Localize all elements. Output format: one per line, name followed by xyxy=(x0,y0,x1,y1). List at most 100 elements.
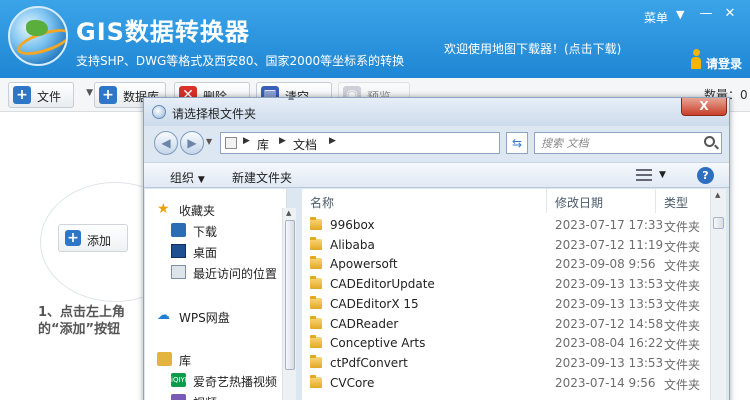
breadcrumb-documents[interactable]: 文档 xyxy=(293,136,317,153)
plus-icon: + xyxy=(13,86,31,104)
address-row: ◀ ▶ ▼ ▶ 库 ▶ 文档 ▶ ▼ ⇆ xyxy=(144,128,729,158)
file-type: 文件夹 xyxy=(664,357,701,372)
instruction-hint: 1、点击左上角 的“添加”按钮 xyxy=(38,304,125,338)
file-row[interactable]: CVCore 2023-07-14 9:56 文件夹 xyxy=(302,373,722,393)
navigation-pane: ★ 收藏夹 下载 桌面 最近访问的位置 ☁ WPS网盘 库 iQIYI 爱奇艺热… xyxy=(145,189,287,400)
file-date: 2023-08-04 16:22 xyxy=(555,336,664,351)
organize-menu[interactable]: 组织 ▼ xyxy=(170,169,205,186)
desktop-icon xyxy=(171,244,186,258)
file-row[interactable]: Conceptive Arts 2023-08-04 16:22 文件夹 xyxy=(302,333,722,353)
file-row[interactable]: ctPdfConvert 2023-09-13 13:53 文件夹 xyxy=(302,353,722,373)
scroll-up-icon[interactable]: ▲ xyxy=(715,191,720,199)
add-button[interactable]: + 添加 xyxy=(58,224,128,252)
file-row[interactable]: Apowersoft 2023-09-08 9:56 文件夹 xyxy=(302,254,722,274)
folder-icon xyxy=(310,217,322,230)
file-dropdown-icon[interactable]: ▼ xyxy=(86,88,93,98)
cloud-icon: ☁ xyxy=(157,308,170,323)
file-row[interactable]: CADEditorX 15 2023-09-13 13:53 文件夹 xyxy=(302,294,722,314)
file-button[interactable]: + 文件 ▼ xyxy=(8,82,93,108)
help-icon[interactable]: ? xyxy=(697,167,714,184)
back-arrow-icon[interactable]: ◀ xyxy=(154,131,178,155)
app-title: GIS数据转换器 xyxy=(76,18,250,46)
file-name: CADEditorX 15 xyxy=(330,296,419,311)
breadcrumb-library[interactable]: 库 xyxy=(257,136,269,153)
dialog-app-icon xyxy=(152,105,166,119)
welcome-download-link[interactable]: 欢迎使用地图下载器！(点击下载) xyxy=(444,40,621,57)
view-options-icon[interactable] xyxy=(636,168,652,182)
scroll-up-icon[interactable]: ▲ xyxy=(286,209,291,217)
breadcrumb-separator-icon[interactable]: ▶ xyxy=(279,136,286,146)
app-header: GIS数据转换器 支持SHP、DWG等格式及西安80、国家2000等坐标系的转换… xyxy=(0,0,750,78)
file-name: Apowersoft xyxy=(330,257,398,272)
nav-pane-scrollbar[interactable]: ▲ xyxy=(282,208,296,400)
file-list-scrollbar[interactable]: ▲ xyxy=(710,189,726,400)
file-date: 2023-07-14 9:56 xyxy=(555,375,656,390)
search-box[interactable] xyxy=(534,132,722,154)
folder-icon xyxy=(310,315,322,329)
folder-icon xyxy=(310,295,322,309)
menu-button[interactable]: 菜单 xyxy=(644,9,668,26)
command-bar: 组织 ▼ 新建文件夹 ▼ ? xyxy=(144,162,729,188)
file-date: 2023-09-13 13:53 xyxy=(555,355,664,370)
file-scroll-thumb[interactable] xyxy=(713,217,724,229)
folder-icon xyxy=(310,335,322,349)
folder-picker-dialog: 请选择根文件夹 X ◀ ▶ ▼ ▶ 库 ▶ 文档 ▶ ▼ ⇆ 组织 ▼ 新建文件… xyxy=(143,97,730,400)
plus-icon: + xyxy=(99,86,117,104)
search-icon[interactable] xyxy=(704,136,715,147)
file-type: 文件夹 xyxy=(664,338,701,353)
star-icon: ★ xyxy=(157,201,170,217)
column-header-date[interactable]: 修改日期 xyxy=(547,189,656,213)
recent-places-icon xyxy=(171,265,186,279)
address-bar[interactable]: ▶ 库 ▶ 文档 ▶ ▼ xyxy=(220,132,569,154)
file-button-label: 文件 xyxy=(37,90,62,104)
file-date: 2023-07-12 11:19 xyxy=(555,237,664,252)
folder-icon xyxy=(310,354,322,368)
file-row[interactable]: 996box 2023-07-17 17:33 文件夹 xyxy=(302,215,722,235)
plus-icon: + xyxy=(65,230,81,246)
nav-item-label: 爱奇艺热播视频 xyxy=(193,375,278,389)
dialog-titlebar[interactable]: 请选择根文件夹 X xyxy=(144,98,729,126)
app-subtitle: 支持SHP、DWG等格式及西安80、国家2000等坐标系的转换 xyxy=(76,54,405,68)
file-name: CVCore xyxy=(330,375,375,390)
new-folder-button[interactable]: 新建文件夹 xyxy=(232,169,292,186)
column-header-name[interactable]: 名称 xyxy=(302,189,547,213)
library-icon xyxy=(157,352,172,366)
forward-arrow-icon[interactable]: ▶ xyxy=(180,131,204,155)
view-dropdown-icon[interactable]: ▼ xyxy=(659,170,666,180)
file-date: 2023-09-08 9:56 xyxy=(555,257,656,272)
login-link[interactable]: 请登录 xyxy=(706,55,742,72)
search-input[interactable] xyxy=(541,135,691,151)
file-type: 文件夹 xyxy=(664,377,701,392)
file-name: 996box xyxy=(330,218,375,232)
folder-icon xyxy=(310,256,322,270)
recent-pages-dropdown-icon[interactable]: ▼ xyxy=(206,137,212,146)
refresh-icon[interactable]: ⇆ xyxy=(506,132,528,154)
file-name: Conceptive Arts xyxy=(330,336,426,351)
file-row[interactable]: CADEditorUpdate 2023-09-13 13:53 文件夹 xyxy=(302,274,722,294)
minimize-icon[interactable]: — xyxy=(698,6,714,21)
file-date: 2023-07-12 14:58 xyxy=(555,316,664,331)
column-header-label: 类型 xyxy=(664,196,689,210)
folder-icon xyxy=(310,374,322,388)
nav-item-label: 最近访问的位置 xyxy=(193,267,278,281)
file-type: 文件夹 xyxy=(664,220,701,234)
hint-line-1: 1、点击左上角 xyxy=(38,305,126,320)
breadcrumb-separator-icon[interactable]: ▶ xyxy=(243,136,250,146)
file-type: 文件夹 xyxy=(664,279,701,294)
file-list: 名称 修改日期 类型 996box 2023-07-17 17:33 文件夹 Alib… xyxy=(302,189,722,400)
close-icon[interactable]: ✕ xyxy=(722,6,738,21)
file-date: 2023-09-13 13:53 xyxy=(555,277,664,292)
file-row[interactable]: CADReader 2023-07-12 14:58 文件夹 xyxy=(302,314,722,334)
user-icon[interactable] xyxy=(690,49,702,69)
nav-scroll-thumb[interactable] xyxy=(285,220,295,370)
file-row[interactable]: Alibaba 2023-07-12 11:19 文件夹 xyxy=(302,235,722,255)
dialog-close-button[interactable]: X xyxy=(681,98,727,116)
globe-logo-icon xyxy=(8,6,68,66)
breadcrumb-separator-icon[interactable]: ▶ xyxy=(329,136,336,146)
file-type: 文件夹 xyxy=(664,318,701,333)
organize-label: 组织 xyxy=(170,171,195,185)
file-name: ctPdfConvert xyxy=(330,355,408,370)
menu-dropdown-icon[interactable]: ▼ xyxy=(676,8,684,21)
column-header-label: 名称 xyxy=(310,196,335,210)
file-type: 文件夹 xyxy=(664,259,701,274)
